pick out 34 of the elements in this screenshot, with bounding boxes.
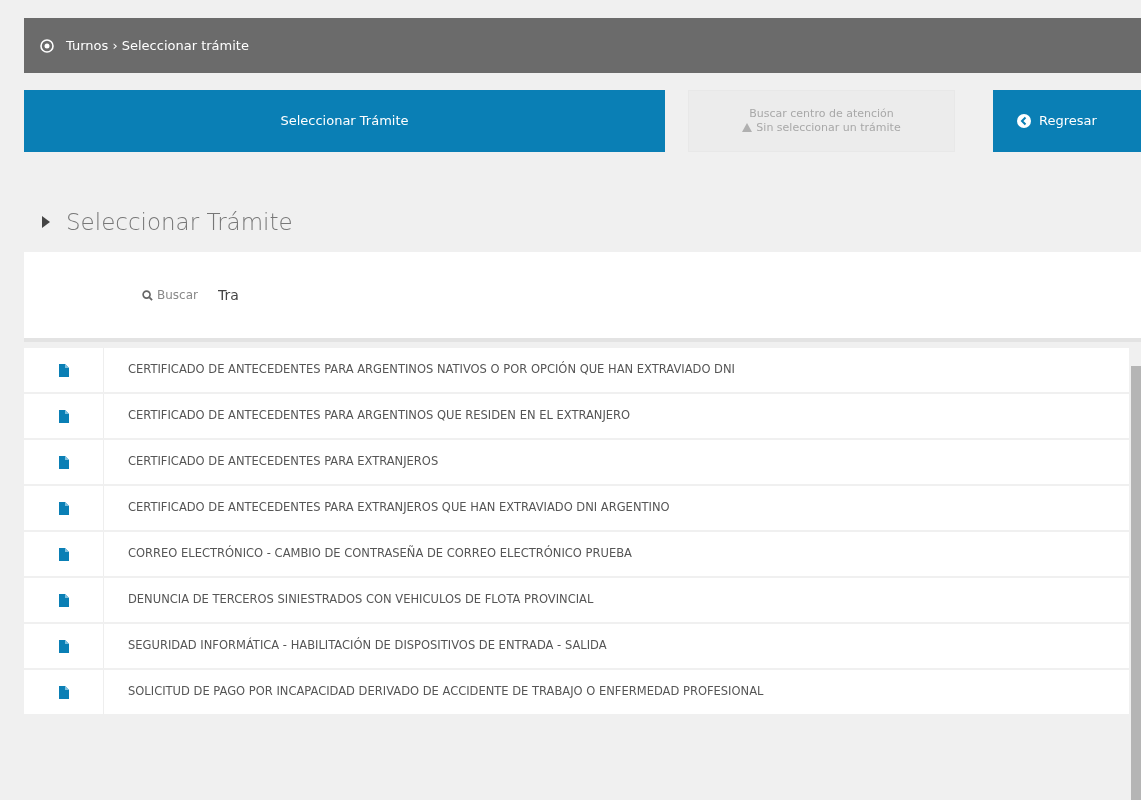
- document-icon: [58, 639, 69, 653]
- result-row[interactable]: SOLICITUD DE PAGO POR INCAPACIDAD DERIVADO DE ACCIDENTE DE TRABAJO O ENFERMEDAD PROFESIONAL: [24, 670, 1129, 714]
- result-label: SEGURIDAD INFORMÁTICA - HABILITACIÓN DE DISPOSITIVOS DE ENTRADA - SALIDA: [127, 637, 607, 655]
- result-label: CERTIFICADO DE ANTECEDENTES PARA EXTRANJEROS QUE HAN EXTRAVIADO DNI ARGENTINO: [127, 499, 670, 517]
- result-label: CERTIFICADO DE ANTECEDENTES PARA ARGENTINOS QUE RESIDEN EN EL EXTRANJERO: [127, 407, 631, 425]
- breadcrumb: Turnos › Seleccionar trámite: [66, 36, 249, 55]
- warning-icon: [742, 123, 753, 133]
- document-icon: [58, 409, 69, 423]
- caret-right-icon: [42, 216, 50, 228]
- scrollbar[interactable]: [1131, 366, 1141, 800]
- document-icon: [58, 593, 69, 607]
- result-label: CERTIFICADO DE ANTECEDENTES PARA ARGENTINOS NATIVOS O POR OPCIÓN QUE HAN EXTRAVIADO DNI: [127, 361, 735, 379]
- result-row[interactable]: SEGURIDAD INFORMÁTICA - HABILITACIÓN DE DISPOSITIVOS DE ENTRADA - SALIDA: [24, 624, 1129, 668]
- back-button[interactable]: Regresar: [993, 90, 1141, 152]
- document-icon: [58, 685, 69, 699]
- result-row[interactable]: CERTIFICADO DE ANTECEDENTES PARA ARGENTINOS NATIVOS O POR OPCIÓN QUE HAN EXTRAVIADO DNI: [24, 348, 1129, 392]
- result-label: SOLICITUD DE PAGO POR INCAPACIDAD DERIVADO DE ACCIDENTE DE TRABAJO O ENFERMEDAD PROFESIONAL: [127, 683, 764, 701]
- step-button[interactable]: Seleccionar Trámite: [24, 90, 665, 152]
- document-icon: [58, 455, 69, 469]
- document-icon: [58, 363, 69, 377]
- result-row[interactable]: CERTIFICADO DE ANTECEDENTES PARA EXTRANJEROS: [24, 440, 1129, 484]
- search-icon: [142, 289, 153, 301]
- result-row[interactable]: CERTIFICADO DE ANTECEDENTES PARA EXTRANJEROS QUE HAN EXTRAVIADO DNI ARGENTINO: [24, 486, 1129, 530]
- result-label: CERTIFICADO DE ANTECEDENTES PARA EXTRANJEROS: [127, 453, 439, 471]
- result-row[interactable]: CORREO ELECTRÓNICO - CAMBIO DE CONTRASEÑA DE CORREO ELECTRÓNICO PRUEBA: [24, 532, 1129, 576]
- search-label: Buscar: [142, 286, 198, 304]
- document-icon: [58, 547, 69, 561]
- result-label: DENUNCIA DE TERCEROS SINIESTRADOS CON VEHICULOS DE FLOTA PROVINCIAL: [127, 591, 594, 609]
- result-label: CORREO ELECTRÓNICO - CAMBIO DE CONTRASEÑA DE CORREO ELECTRÓNICO PRUEBA: [127, 545, 632, 563]
- result-row[interactable]: CERTIFICADO DE ANTECEDENTES PARA ARGENTINOS QUE RESIDEN EN EL EXTRANJERO: [24, 394, 1129, 438]
- section-title: Seleccionar Trámite: [66, 207, 293, 237]
- search-field[interactable]: Tra: [218, 284, 818, 306]
- result-row[interactable]: DENUNCIA DE TERCEROS SINIESTRADOS CON VEHICULOS DE FLOTA PROVINCIAL: [24, 578, 1129, 622]
- document-icon: [58, 501, 69, 515]
